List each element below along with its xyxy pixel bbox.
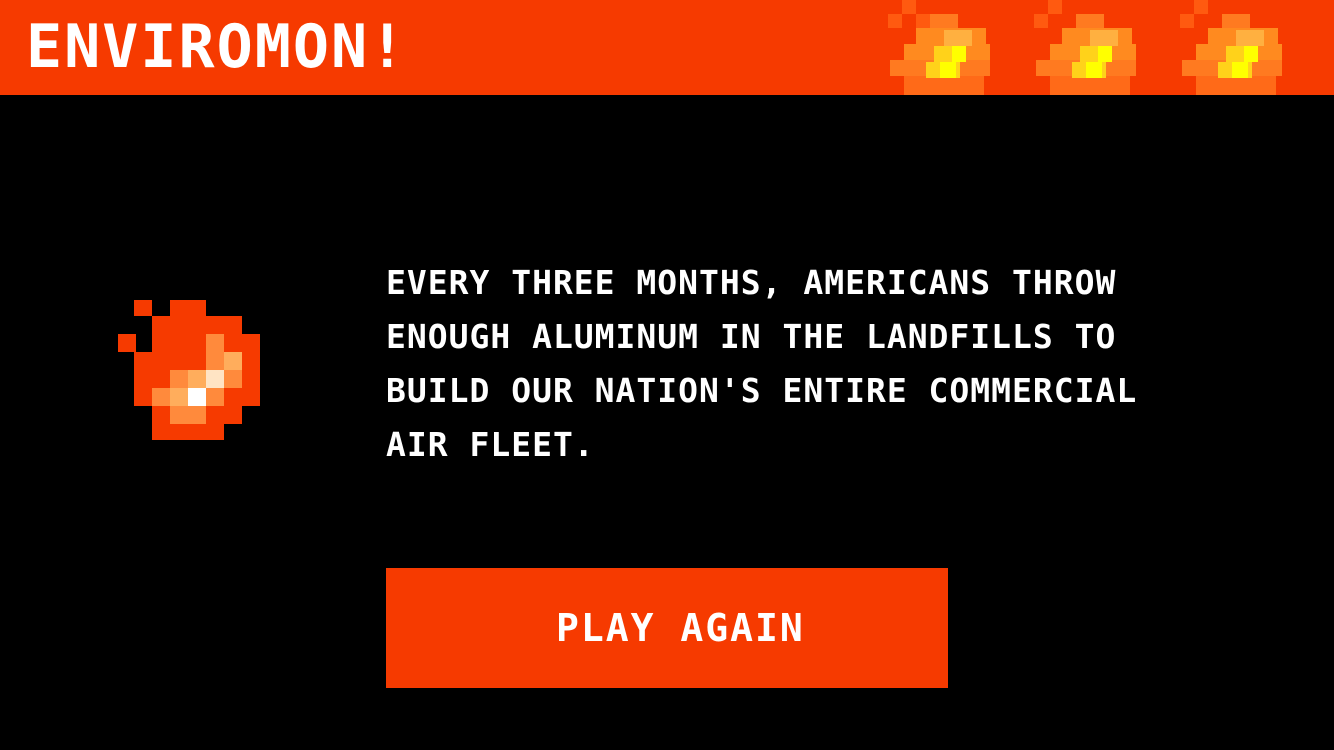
pixel-fire-icon bbox=[1180, 0, 1282, 95]
header-fire-decoration bbox=[888, 0, 1282, 95]
pixel-fire-icon bbox=[118, 300, 260, 440]
game-title: ENVIROMON! bbox=[26, 12, 408, 82]
play-again-label: PLAY AGAIN bbox=[556, 606, 805, 650]
header-bar: ENVIROMON! bbox=[0, 0, 1334, 95]
pixel-fire-icon bbox=[888, 0, 990, 95]
pixel-fire-icon bbox=[1034, 0, 1136, 95]
fact-message: EVERY THREE MONTHS, AMERICANS THROW ENOU… bbox=[386, 263, 1138, 464]
play-again-button[interactable]: PLAY AGAIN bbox=[386, 568, 948, 688]
